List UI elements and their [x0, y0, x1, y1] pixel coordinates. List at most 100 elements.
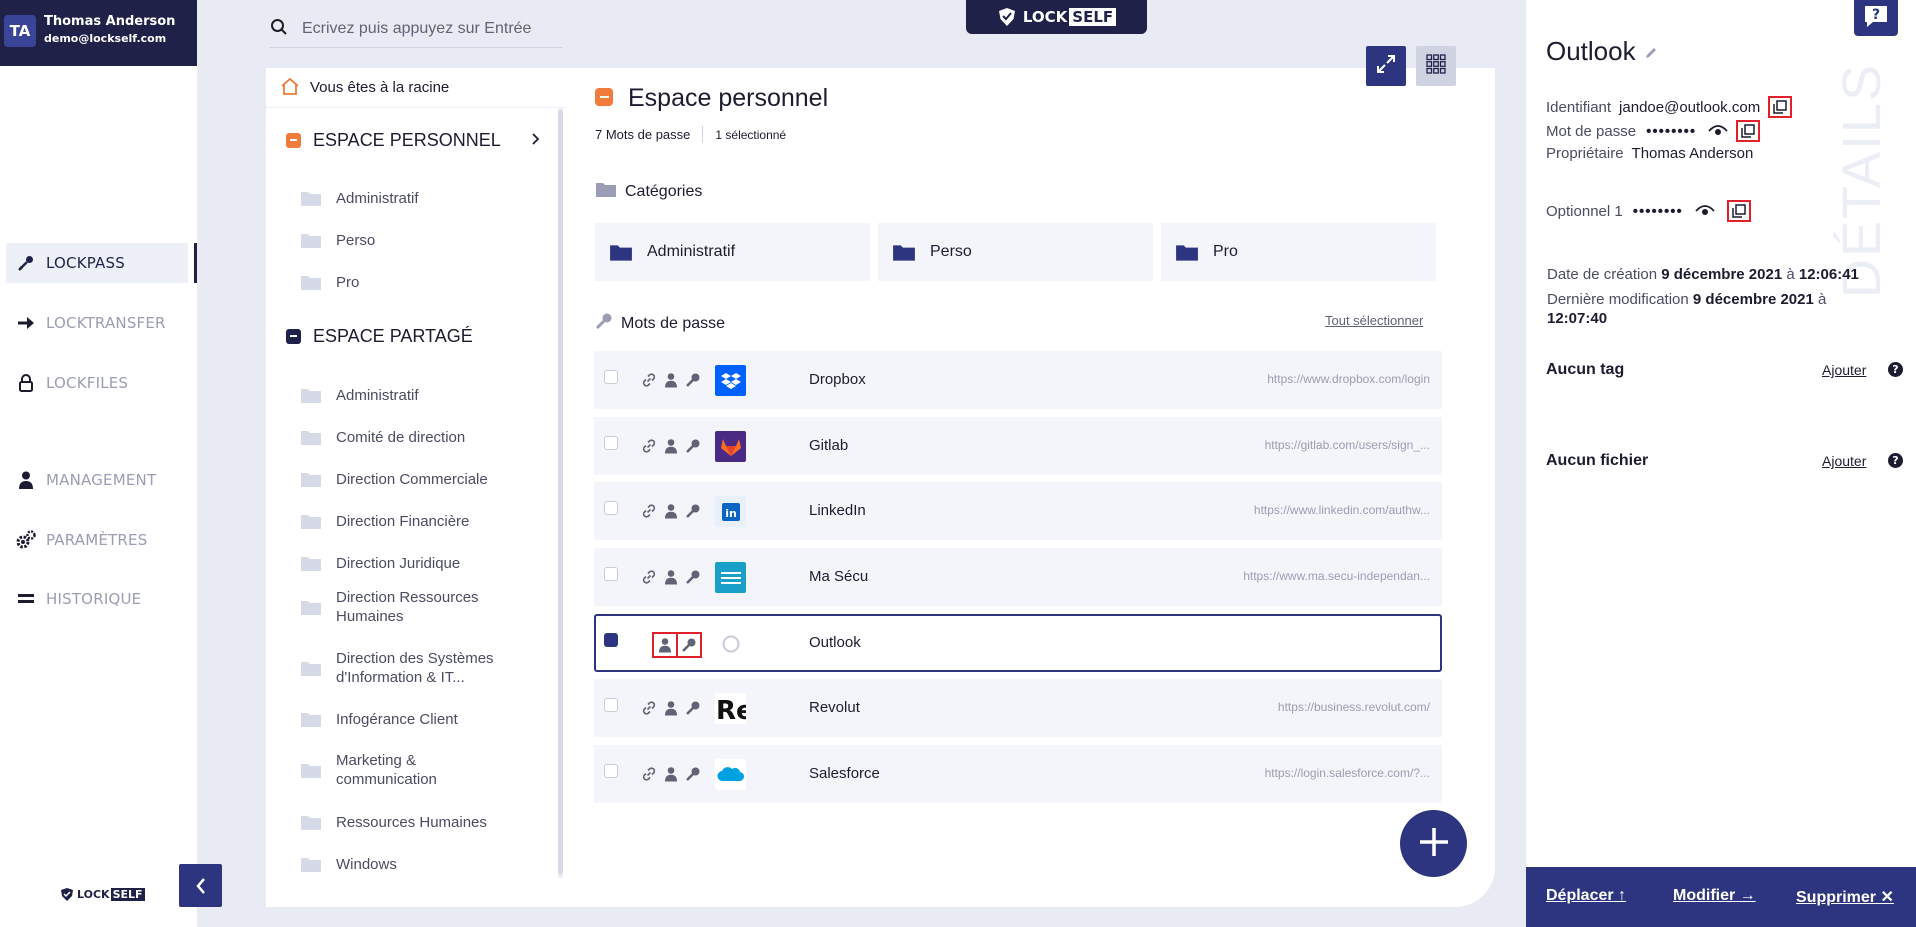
folder-item[interactable]: Pro: [300, 273, 530, 292]
grid-view-button[interactable]: [1416, 46, 1456, 86]
folder-item[interactable]: Infogérance Client: [300, 710, 500, 729]
chevron-right-icon[interactable]: [530, 130, 540, 151]
user-icon[interactable]: [660, 566, 682, 588]
expand-button[interactable]: [1366, 46, 1406, 86]
folder-item[interactable]: Direction Juridique: [300, 554, 500, 573]
key-icon[interactable]: [682, 697, 704, 719]
category-card[interactable]: Perso: [878, 223, 1153, 281]
link-icon[interactable]: [638, 435, 660, 457]
user-icon[interactable]: [660, 763, 682, 785]
folder-item[interactable]: Direction Ressources Humaines: [300, 588, 500, 626]
category-card[interactable]: Administratif: [595, 223, 870, 281]
link-icon[interactable]: [638, 697, 660, 719]
user-bar[interactable]: TA Thomas Anderson demo@lockself.com: [0, 0, 197, 66]
folder-label: Direction des Systèmes d'Information & I…: [336, 650, 494, 686]
help-tags-icon[interactable]: ?: [1888, 362, 1903, 377]
copy-optional-button[interactable]: [1726, 200, 1751, 222]
row-checkbox[interactable]: [604, 633, 618, 647]
password-row[interactable]: Gitlab https://gitlab.com/users/sign_...: [594, 417, 1442, 475]
scrollbar-thumb[interactable]: [558, 110, 563, 874]
folder-icon: [300, 513, 322, 530]
nav-item-management[interactable]: MANAGEMENT: [6, 460, 188, 500]
row-actions: [638, 435, 704, 457]
password-url: https://business.revolut.com/: [1277, 700, 1430, 714]
folder-item[interactable]: Windows: [300, 855, 500, 874]
identifier-label: Identifiant: [1546, 98, 1612, 116]
search-input[interactable]: [302, 19, 562, 38]
nav-item-parametres[interactable]: PARAMÈTRES: [6, 520, 188, 560]
key-icon: [595, 312, 613, 335]
key-icon[interactable]: [682, 763, 704, 785]
root-breadcrumb[interactable]: Vous êtes à la racine: [266, 68, 566, 108]
expand-icon: [1376, 54, 1396, 78]
folder-item[interactable]: Comité de direction: [300, 428, 500, 447]
key-icon[interactable]: [682, 500, 704, 522]
nav-item-lockpass[interactable]: LOCKPASS: [6, 243, 188, 283]
row-actions: [638, 500, 704, 522]
owner-row: Propriétaire Thomas Anderson: [1546, 145, 1753, 162]
row-checkbox[interactable]: [604, 501, 618, 515]
user-icon[interactable]: [652, 632, 678, 658]
password-row[interactable]: Re Revolut https://business.revolut.com/: [594, 679, 1442, 737]
link-icon[interactable]: [638, 763, 660, 785]
folder-item[interactable]: Administratif: [300, 386, 500, 405]
password-row[interactable]: Outlook: [594, 614, 1442, 672]
key-icon[interactable]: [682, 566, 704, 588]
folder-icon: [595, 181, 617, 203]
edit-button[interactable]: Modifier →: [1673, 887, 1756, 905]
add-tag-link[interactable]: Ajouter: [1822, 362, 1866, 378]
service-logo: [715, 562, 746, 593]
user-icon[interactable]: [660, 500, 682, 522]
key-icon[interactable]: [676, 632, 702, 658]
help-button[interactable]: ?: [1854, 0, 1898, 36]
copy-identifier-button[interactable]: [1768, 96, 1793, 118]
collapse-sidebar-button[interactable]: [179, 864, 222, 907]
folder-item[interactable]: Direction Commerciale: [300, 470, 500, 489]
move-button[interactable]: Déplacer ↑: [1546, 887, 1626, 905]
category-card[interactable]: Pro: [1161, 223, 1436, 281]
row-checkbox[interactable]: [604, 436, 618, 450]
nav-item-locktransfer[interactable]: LOCKTRANSFER: [6, 303, 188, 343]
password-row[interactable]: Ma Sécu https://www.ma.secu-independan...: [594, 548, 1442, 606]
nav-item-lockfiles[interactable]: LOCKFILES: [6, 363, 188, 403]
row-actions: [638, 697, 704, 719]
row-checkbox[interactable]: [604, 698, 618, 712]
folder-item[interactable]: Administratif: [300, 189, 530, 208]
nav-item-historique[interactable]: HISTORIQUE: [6, 579, 188, 619]
user-icon[interactable]: [660, 369, 682, 391]
folder-item[interactable]: Marketing & communication: [300, 751, 500, 789]
folder-item[interactable]: Perso: [300, 231, 530, 250]
row-checkbox[interactable]: [604, 370, 618, 384]
password-row[interactable]: Salesforce https://login.salesforce.com/?…: [594, 745, 1442, 803]
space-personnel-header[interactable]: ESPACE PERSONNEL: [266, 125, 566, 155]
user-icon[interactable]: [660, 697, 682, 719]
add-file-link[interactable]: Ajouter: [1822, 453, 1866, 469]
key-icon[interactable]: [682, 369, 704, 391]
link-icon[interactable]: [638, 500, 660, 522]
row-checkbox[interactable]: [604, 764, 618, 778]
eye-icon[interactable]: [1695, 204, 1715, 218]
folder-item[interactable]: Direction des Systèmes d'Information & I…: [300, 649, 500, 687]
delete-button[interactable]: Supprimer ✕: [1796, 887, 1894, 907]
add-password-button[interactable]: [1400, 810, 1467, 877]
user-icon[interactable]: [660, 435, 682, 457]
space-partage-header[interactable]: ESPACE PARTAGÉ: [266, 321, 566, 351]
folder-label: Administratif: [336, 190, 419, 207]
copy-password-button[interactable]: [1736, 120, 1761, 142]
folder-icon: [300, 814, 322, 831]
row-checkbox[interactable]: [604, 567, 618, 581]
link-icon[interactable]: [638, 369, 660, 391]
help-files-icon[interactable]: ?: [1888, 453, 1903, 468]
folder-item[interactable]: Direction Financière: [300, 512, 500, 531]
folder-item[interactable]: Ressources Humaines: [300, 813, 500, 832]
key-icon[interactable]: [682, 435, 704, 457]
pencil-icon[interactable]: [1644, 36, 1658, 67]
eye-icon[interactable]: [1708, 124, 1728, 138]
select-all-link[interactable]: Tout sélectionner: [1325, 313, 1423, 328]
password-name: Gitlab: [809, 437, 849, 454]
service-logo: [715, 431, 746, 462]
password-row[interactable]: in LinkedIn https://www.linkedin.com/authw…: [594, 482, 1442, 540]
password-row[interactable]: Dropbox https://www.dropbox.com/login: [594, 351, 1442, 409]
folder-label: Direction Ressources Humaines: [336, 589, 479, 625]
link-icon[interactable]: [638, 566, 660, 588]
